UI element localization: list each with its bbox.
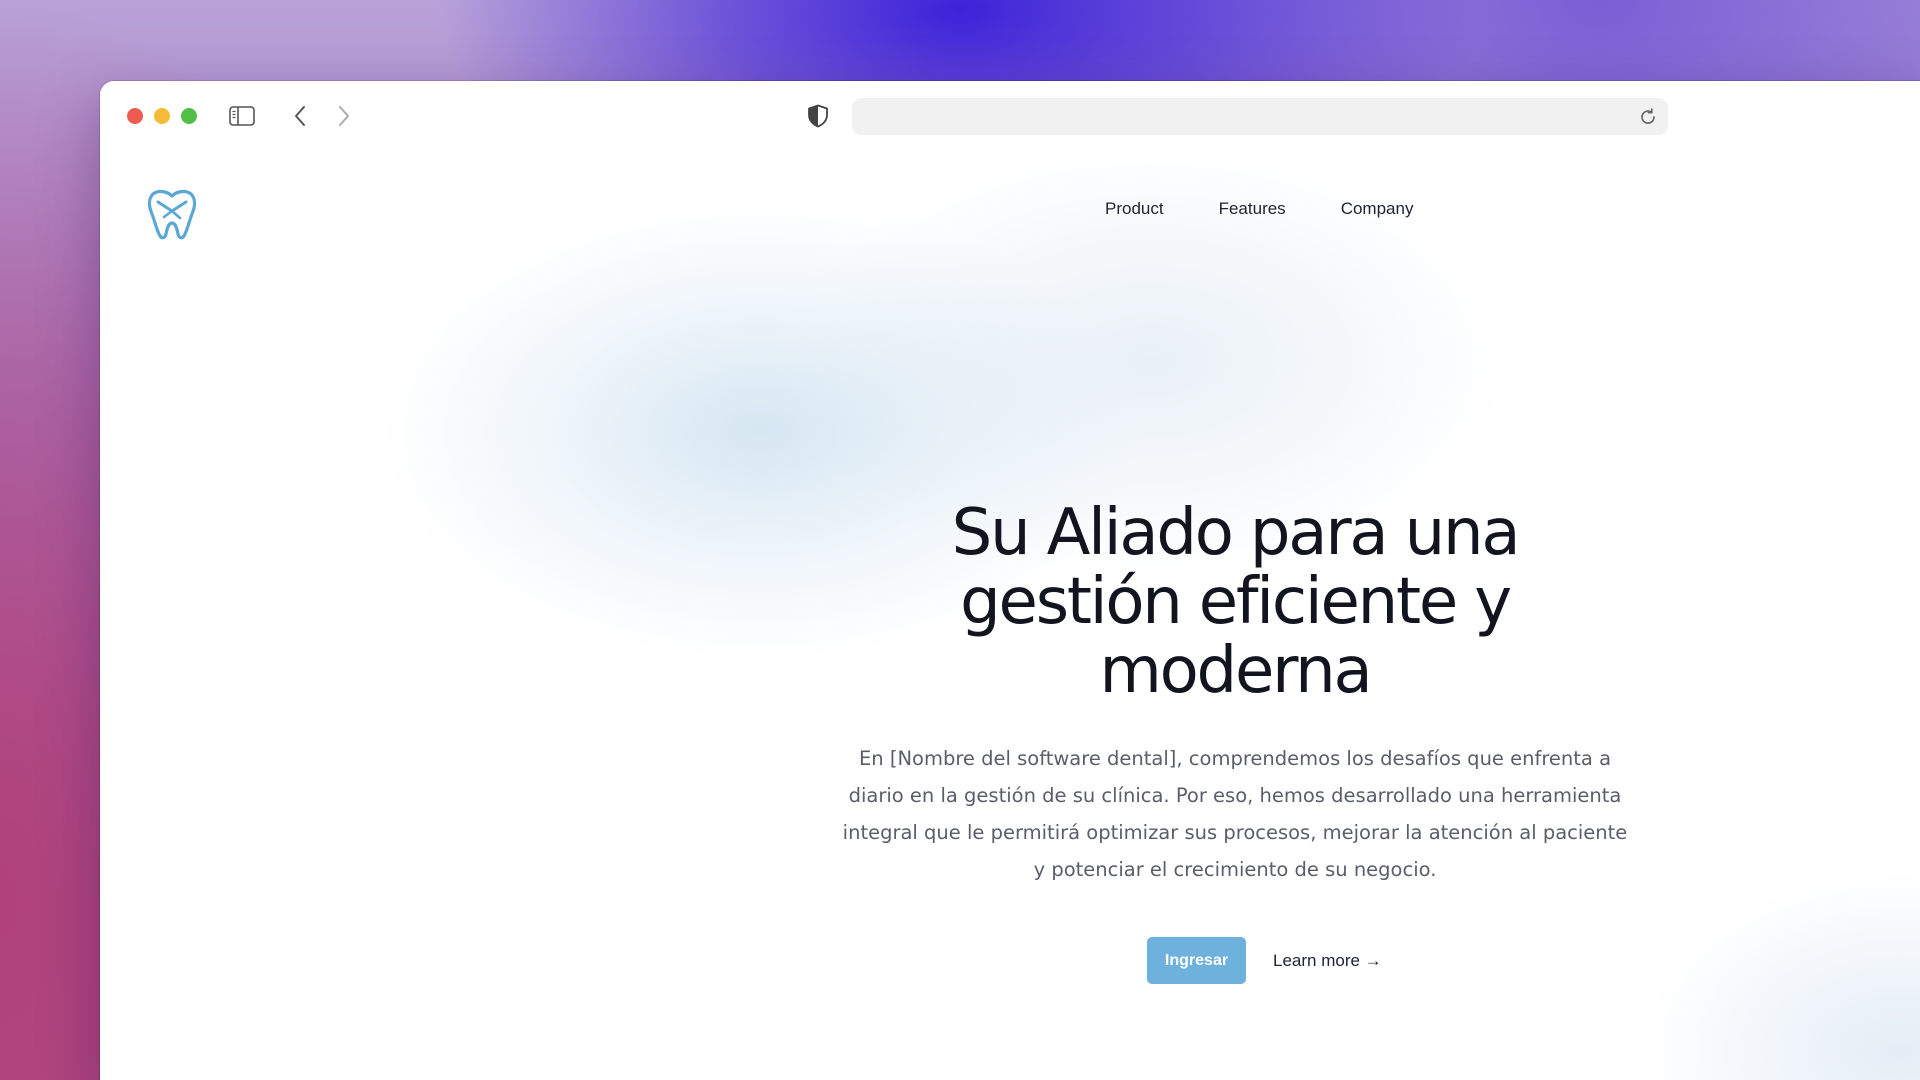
back-button[interactable] bbox=[286, 103, 314, 129]
close-window-button[interactable] bbox=[127, 108, 143, 124]
chevron-right-icon bbox=[339, 106, 349, 126]
nav-link-company[interactable]: Company bbox=[1341, 199, 1414, 219]
shield-icon bbox=[808, 104, 828, 128]
hero-section: Su Aliado para una gestión eficiente y m… bbox=[840, 499, 1630, 888]
nav-link-features[interactable]: Features bbox=[1219, 199, 1286, 219]
browser-window: Product Features Company Su Aliado para … bbox=[100, 81, 1920, 1080]
main-nav: Product Features Company bbox=[1105, 199, 1413, 219]
reload-button[interactable] bbox=[1636, 105, 1660, 129]
nav-link-product[interactable]: Product bbox=[1105, 199, 1164, 219]
sidebar-toggle-button[interactable] bbox=[228, 103, 256, 129]
learn-more-link[interactable]: Learn more → bbox=[1273, 951, 1382, 971]
desktop-background: Product Features Company Su Aliado para … bbox=[0, 0, 1920, 1080]
site-logo[interactable] bbox=[146, 187, 198, 241]
hero-title: Su Aliado para una gestión eficiente y m… bbox=[951, 496, 1521, 708]
web-page: Product Features Company Su Aliado para … bbox=[100, 151, 1920, 1080]
zoom-window-button[interactable] bbox=[181, 108, 197, 124]
hero-actions: Ingresar Learn more → bbox=[1147, 937, 1382, 984]
login-button[interactable]: Ingresar bbox=[1147, 937, 1246, 984]
forward-button[interactable] bbox=[330, 103, 358, 129]
reload-icon bbox=[1641, 108, 1655, 124]
minimize-window-button[interactable] bbox=[154, 108, 170, 124]
tooth-icon bbox=[147, 189, 197, 240]
privacy-report-button[interactable] bbox=[804, 102, 832, 130]
sidebar-icon bbox=[229, 106, 255, 126]
hero-description: En [Nombre del software dental], compren… bbox=[842, 747, 1628, 881]
address-bar[interactable] bbox=[852, 98, 1668, 135]
chevron-left-icon bbox=[295, 106, 305, 126]
browser-toolbar bbox=[100, 81, 1920, 151]
